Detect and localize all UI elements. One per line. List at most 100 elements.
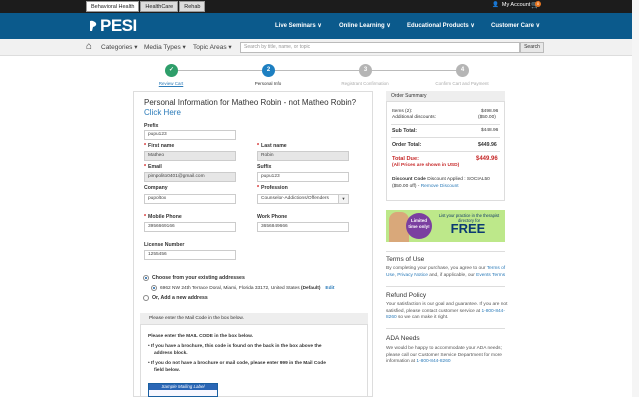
- step-3-circle: 3: [359, 64, 372, 77]
- mail-code-instruction: Please enter the MAIL CODE in the box be…: [148, 334, 254, 339]
- ada-phone-link[interactable]: 1-800-844-8260: [416, 359, 450, 364]
- ada-text: We would be happy to accommodate your AD…: [386, 346, 508, 366]
- nav-educational-products[interactable]: Educational Products ∨: [407, 22, 475, 29]
- page-scrollbar[interactable]: [632, 0, 639, 397]
- divider: [386, 286, 505, 287]
- additional-discounts-value: ($50.00): [478, 115, 496, 120]
- ad-free-text: FREE: [450, 221, 486, 236]
- terms-text-1: By completing your purchase, you agree t…: [386, 266, 487, 271]
- mail-code-no-brochure-note: • If you do not have a brochure or mail …: [148, 361, 326, 366]
- step-4-circle: 4: [456, 64, 469, 77]
- mobile-phone-input[interactable]: 3956669166: [144, 222, 236, 232]
- subtotal-value: $448.96: [481, 128, 499, 133]
- suffix-input[interactable]: pupu123: [257, 172, 349, 182]
- prefix-input[interactable]: pupu123: [144, 130, 236, 140]
- edit-address-link[interactable]: Edit: [325, 286, 334, 291]
- cart-count-badge: 0: [535, 1, 541, 7]
- terms-text: By completing your purchase, you agree t…: [386, 266, 508, 279]
- mobile-phone-label-text: Mobile Phone: [148, 214, 182, 220]
- email-input[interactable]: pimpolito0401@gmail.com: [144, 172, 236, 182]
- search-button[interactable]: Search: [520, 42, 544, 53]
- ada-heading: ADA Needs: [386, 335, 420, 342]
- add-new-address-label: Or, Add a new address: [152, 295, 208, 301]
- my-account-link[interactable]: 👤 My Account: [492, 2, 530, 8]
- items-value: $498.96: [481, 109, 499, 114]
- license-number-input[interactable]: 1255456: [144, 250, 236, 260]
- new-address-radio[interactable]: [143, 295, 149, 301]
- nav-customer-care[interactable]: Customer Care ∨: [491, 22, 540, 29]
- click-here-link[interactable]: Click Here: [144, 108, 181, 117]
- profession-selected-value: Counselor-Addictions/Offenders: [261, 196, 329, 201]
- choose-address-label: Choose from your existing addresses: [152, 275, 245, 281]
- work-phone-input[interactable]: 3656849666: [257, 222, 349, 232]
- additional-discounts-label: Additional discounts:: [392, 115, 436, 120]
- chevron-down-icon: ▼: [338, 195, 348, 203]
- default-tag: (Default): [300, 286, 321, 291]
- step-connector: [372, 70, 456, 71]
- topic-areas-dropdown[interactable]: Topic Areas ▾: [193, 43, 232, 51]
- nav-live-seminars[interactable]: Live Seminars ∨: [275, 22, 322, 29]
- usd-note: (All Prices are shown in USD): [392, 163, 460, 168]
- email-label-text: Email: [148, 164, 162, 170]
- existing-address-radio[interactable]: [143, 275, 149, 281]
- pesi-logo[interactable]: PESI: [88, 16, 137, 36]
- user-icon: 👤: [492, 2, 499, 8]
- discount-amount-line: ($50.00 off) - Remove Discount: [392, 184, 459, 189]
- last-name-label-text: Last name: [261, 143, 287, 149]
- profession-label: * Profession: [257, 185, 288, 191]
- remove-discount-link[interactable]: Remove Discount: [421, 184, 459, 189]
- tab-rehab[interactable]: Rehab: [179, 1, 206, 12]
- step-4-label: Confirm Cart and Payment: [435, 81, 489, 86]
- refund-text: Your satisfaction is our goal and guaran…: [386, 302, 508, 322]
- divider: [391, 151, 500, 152]
- terms-heading: Terms of Use: [386, 256, 425, 263]
- form-title-text: Personal Information for Matheo Robin - …: [144, 98, 357, 107]
- last-name-label: * Last name: [257, 143, 287, 149]
- order-summary-header: Order Summary: [386, 91, 505, 102]
- subtotal-label: Sub Total:: [392, 128, 417, 134]
- tab-healthcare[interactable]: HealthCare: [140, 1, 179, 12]
- order-total-value: $449.96: [478, 142, 497, 148]
- categories-dropdown[interactable]: Categories ▾: [101, 43, 138, 51]
- mail-code-brochure-note: • If you have a brochure, this code is f…: [148, 344, 322, 349]
- step-connector: [275, 70, 359, 71]
- step-connector: [178, 70, 262, 71]
- refund-text-2: so we can make it right.: [396, 315, 449, 320]
- discount-code-line: Discount Code Discount Applied : SOCIAL5…: [392, 177, 490, 182]
- company-label: Company: [144, 185, 168, 191]
- divider: [386, 251, 505, 252]
- nav-online-learning[interactable]: Online Learning ∨: [339, 22, 391, 29]
- my-account-label: My Account: [501, 2, 531, 8]
- divider: [391, 124, 500, 125]
- privacy-notice-link[interactable]: Privacy Notice: [397, 273, 428, 278]
- license-number-label: License Number: [144, 242, 185, 248]
- media-types-dropdown[interactable]: Media Types ▾: [144, 43, 186, 51]
- logo-mark-icon: [90, 20, 97, 31]
- search-input[interactable]: Search by title, name, or topic: [240, 42, 520, 53]
- email-label: * Email: [144, 164, 162, 170]
- discount-applied-text: Discount Applied : SOCIAL50: [425, 177, 490, 182]
- sample-mailing-label-image: Sample Mailing Label: [148, 383, 218, 397]
- step-1-label[interactable]: Review Cart: [159, 81, 184, 86]
- company-input[interactable]: pupoltox: [144, 194, 236, 204]
- logo-text: PESI: [100, 16, 137, 35]
- mail-code-no-brochure-note-cont: field below.: [154, 368, 180, 373]
- order-total-label: Order Total:: [392, 142, 422, 148]
- address-option-text: 6962 NW 24th Terrace Doral, Miami, Flori…: [160, 286, 334, 291]
- sample-label-caption: Sample Mailing Label: [149, 384, 217, 390]
- total-due-label: Total Due:: [392, 156, 419, 162]
- tab-behavioral-health[interactable]: Behavioral Health: [86, 1, 140, 12]
- refund-heading: Refund Policy: [386, 292, 427, 299]
- events-terms-link[interactable]: Events Terms: [476, 273, 505, 278]
- therapist-directory-ad[interactable]: Limited time only! List your practice in…: [386, 210, 505, 242]
- last-name-input[interactable]: Robin: [257, 151, 349, 161]
- divider: [391, 137, 500, 138]
- profession-select[interactable]: Counselor-Addictions/Offenders ▼: [257, 194, 349, 204]
- limited-time-badge: Limited time only!: [406, 213, 432, 239]
- home-icon[interactable]: ⌂: [86, 42, 96, 52]
- step-2-circle: 2: [262, 64, 275, 77]
- first-name-input[interactable]: Matheo: [144, 151, 236, 161]
- profession-label-text: Profession: [261, 185, 288, 191]
- address-option-radio[interactable]: [151, 285, 157, 291]
- step-1-circle[interactable]: ✓: [165, 64, 178, 77]
